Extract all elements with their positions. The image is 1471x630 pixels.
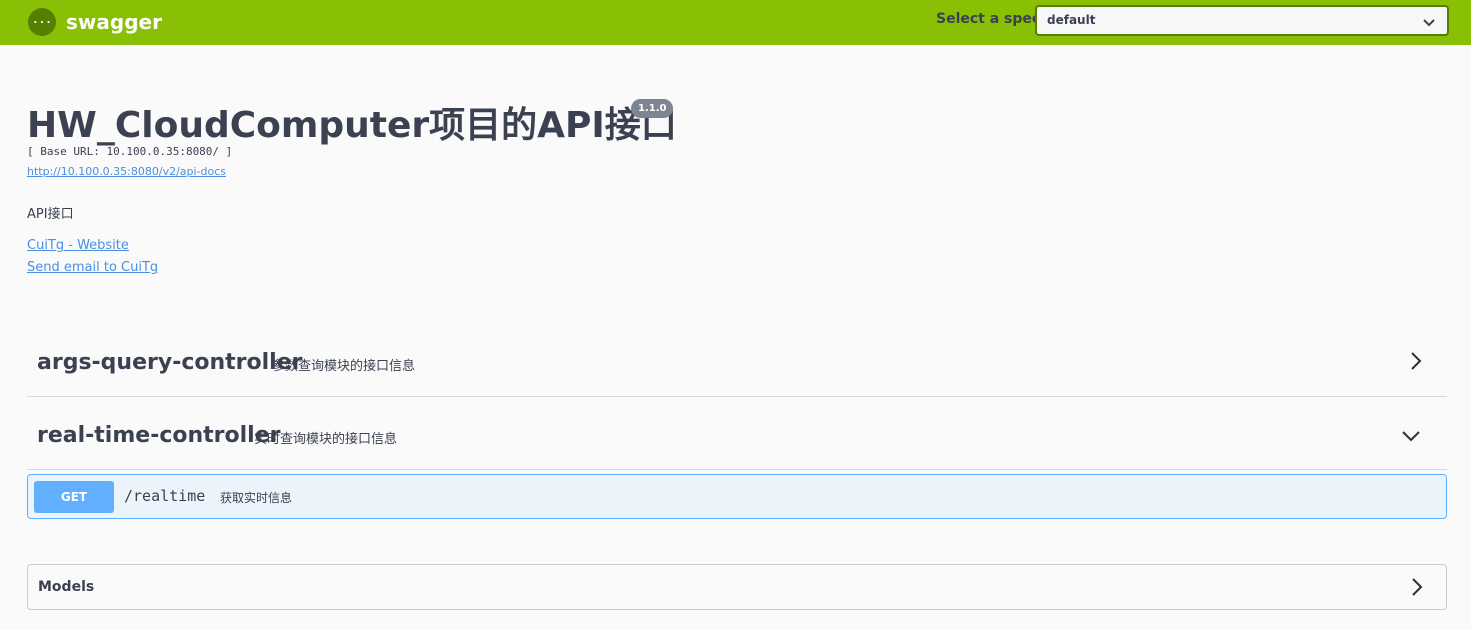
base-url: [ Base URL: 10.100.0.35:8080/ ] — [27, 145, 233, 158]
tag-description: 实时查询模块的接口信息 — [254, 432, 398, 447]
chevron-down-icon — [1401, 427, 1421, 446]
tag-name: real-time-controller — [37, 423, 281, 448]
tag-description: 参数查询模块的接口信息 — [272, 359, 416, 374]
models-title: Models — [38, 579, 95, 595]
operation-summary: 获取实时信息 — [220, 491, 293, 505]
select-spec-label: Select a spec — [936, 11, 1041, 27]
top-bar: {···} swagger Select a spec default — [0, 0, 1471, 45]
operation-path: /realtime — [124, 487, 206, 505]
tag-args-query-controller[interactable]: args-query-controller 参数查询模块的接口信息 — [27, 324, 1447, 397]
swagger-logo[interactable]: {···} swagger — [28, 7, 162, 37]
models-section[interactable]: Models — [27, 564, 1447, 610]
swagger-logo-icon: {···} — [28, 8, 56, 36]
tag-name: args-query-controller — [37, 350, 303, 375]
tag-real-time-controller[interactable]: real-time-controller 实时查询模块的接口信息 — [27, 397, 1447, 470]
api-title: HW_CloudComputer项目的API接口 — [27, 105, 677, 146]
svg-text:{···}: {···} — [33, 16, 51, 29]
api-description: API接口 — [27, 207, 74, 222]
api-docs-link[interactable]: http://10.100.0.35:8080/v2/api-docs — [27, 165, 226, 178]
contact-website-link[interactable]: CuiTg - Website — [27, 238, 129, 253]
chevron-right-icon — [1411, 577, 1423, 601]
spec-select[interactable]: default — [1035, 5, 1449, 36]
swagger-logo-text: swagger — [66, 10, 162, 34]
chevron-down-icon — [1423, 13, 1435, 32]
chevron-right-icon — [1410, 351, 1422, 375]
contact-email-link[interactable]: Send email to CuiTg — [27, 260, 158, 275]
operation-get-realtime[interactable]: GET /realtime 获取实时信息 — [27, 474, 1447, 519]
spec-select-value: default — [1047, 13, 1096, 27]
version-badge: 1.1.0 — [631, 99, 674, 118]
method-badge: GET — [34, 481, 114, 513]
